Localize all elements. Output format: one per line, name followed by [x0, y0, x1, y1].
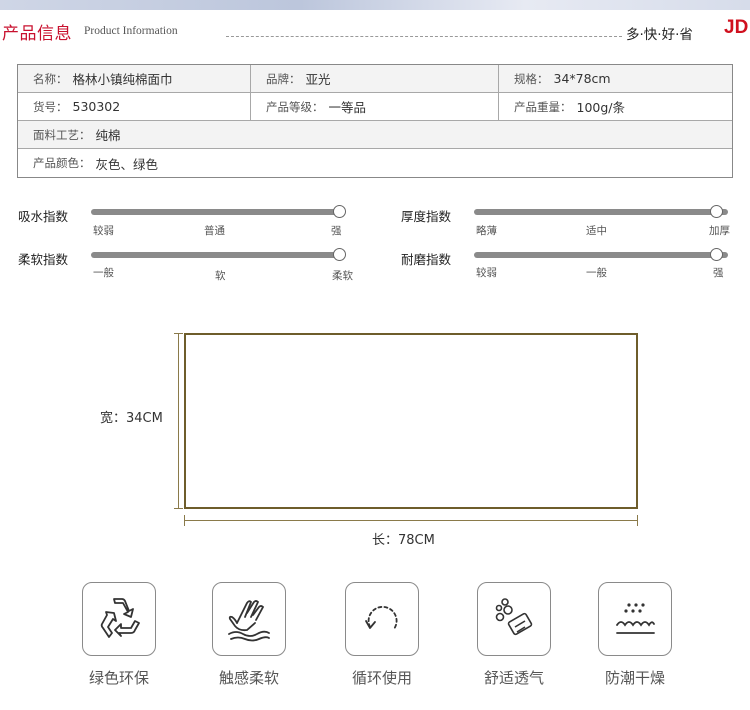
index-tick: 强 [331, 225, 342, 237]
width-label: 宽：34CM [100, 411, 163, 426]
feature-soft [212, 582, 286, 656]
length-dimension-cap [184, 515, 185, 526]
dry-waves-icon [616, 603, 655, 634]
index-tick: 加厚 [709, 225, 730, 237]
index-tick: 普通 [204, 225, 225, 237]
section-title: 产品信息 [2, 24, 72, 44]
length-dimension-line [184, 520, 638, 521]
spec-cell-name: 名称： 格林小镇纯棉面巾 [18, 65, 251, 92]
feature-dry [598, 582, 672, 656]
index-track-absorb [91, 209, 343, 215]
index-tick: 一般 [586, 267, 607, 279]
index-tick: 软 [215, 270, 226, 282]
index-tick: 强 [713, 267, 724, 279]
index-label-softness: 柔软指数 [18, 252, 69, 267]
feature-eco [82, 582, 156, 656]
width-dimension-line [178, 333, 179, 509]
spec-value: 灰色、绿色 [95, 156, 159, 172]
index-tick: 一般 [93, 267, 114, 279]
feature-label: 舒适透气 [483, 669, 544, 687]
spec-row: 产品颜色： 灰色、绿色 [18, 149, 732, 177]
index-label-thickness: 厚度指数 [401, 209, 452, 224]
feature-breathable [477, 582, 551, 656]
spec-cell-fabric: 面料工艺： 纯棉 [18, 121, 732, 148]
spec-label: 规格： [514, 71, 549, 86]
spec-label: 面料工艺： [33, 127, 91, 142]
bubbles-soap-icon [495, 598, 533, 636]
spec-label: 品牌： [266, 71, 301, 86]
width-dimension-cap [174, 508, 183, 509]
spec-cell-size: 规格： 34*78cm [499, 65, 732, 92]
recycle-icon [100, 598, 140, 638]
spec-cell-brand: 品牌： 亚光 [251, 65, 499, 92]
spec-row: 面料工艺： 纯棉 [18, 121, 732, 149]
header-dotted-divider [226, 36, 622, 37]
index-tick: 较弱 [476, 267, 497, 279]
spec-label: 产品等级： [266, 99, 324, 114]
spec-value: 一等品 [328, 100, 367, 115]
spec-value: 34*78cm [553, 71, 611, 86]
section-subtitle: Product Information [84, 25, 178, 37]
spec-cell-weight: 产品重量： 100g/条 [499, 93, 732, 120]
spec-label: 产品重量： [514, 99, 572, 114]
spec-cell-sku: 货号： 530302 [18, 93, 251, 120]
length-dimension-cap [637, 515, 638, 526]
spec-row: 名称： 格林小镇纯棉面巾 品牌： 亚光 规格： 34*78cm [18, 65, 732, 93]
index-tick: 略薄 [476, 225, 497, 237]
spec-row: 货号： 530302 产品等级： 一等品 产品重量： 100g/条 [18, 93, 732, 121]
index-knob-absorb [333, 205, 346, 218]
spec-cell-color: 产品颜色： 灰色、绿色 [18, 149, 732, 177]
feature-label: 循环使用 [351, 669, 412, 687]
cycle-arrow-icon [365, 605, 398, 630]
spec-label: 货号： [33, 99, 68, 114]
index-knob-durability [710, 248, 723, 261]
width-dimension-cap [174, 333, 183, 334]
index-label-absorb: 吸水指数 [18, 209, 69, 224]
spec-label: 产品颜色： [33, 156, 91, 170]
index-tick: 适中 [586, 225, 607, 237]
index-knob-softness [333, 248, 346, 261]
spec-value: 亚光 [305, 72, 331, 87]
index-track-softness [91, 252, 343, 258]
index-tick: 柔软 [332, 270, 353, 282]
spec-value: 100g/条 [576, 100, 626, 115]
spec-table: 名称： 格林小镇纯棉面巾 品牌： 亚光 规格： 34*78cm 货号： 530302 产… [17, 64, 733, 178]
towel-outline [184, 333, 638, 509]
index-label-durability: 耐磨指数 [401, 252, 452, 267]
spec-value: 格林小镇纯棉面巾 [72, 72, 173, 87]
index-track-durability [474, 252, 728, 258]
jd-logo: JD [724, 17, 749, 38]
spec-value: 530302 [72, 99, 121, 114]
spec-value: 纯棉 [95, 128, 121, 143]
hand-touch-icon [228, 600, 270, 642]
feature-label: 防潮干燥 [604, 669, 665, 687]
feature-reuse [345, 582, 419, 656]
feature-label: 绿色环保 [88, 669, 149, 687]
spec-label: 名称： [33, 71, 68, 86]
brand-slogan: 多·快·好·省 [626, 27, 693, 43]
index-tick: 较弱 [93, 225, 114, 237]
feature-label: 触感柔软 [218, 669, 279, 687]
top-banner-strip [0, 0, 750, 10]
index-track-thickness [474, 209, 728, 215]
length-label: 长：78CM [372, 533, 435, 548]
index-knob-thickness [710, 205, 723, 218]
spec-cell-grade: 产品等级： 一等品 [251, 93, 499, 120]
